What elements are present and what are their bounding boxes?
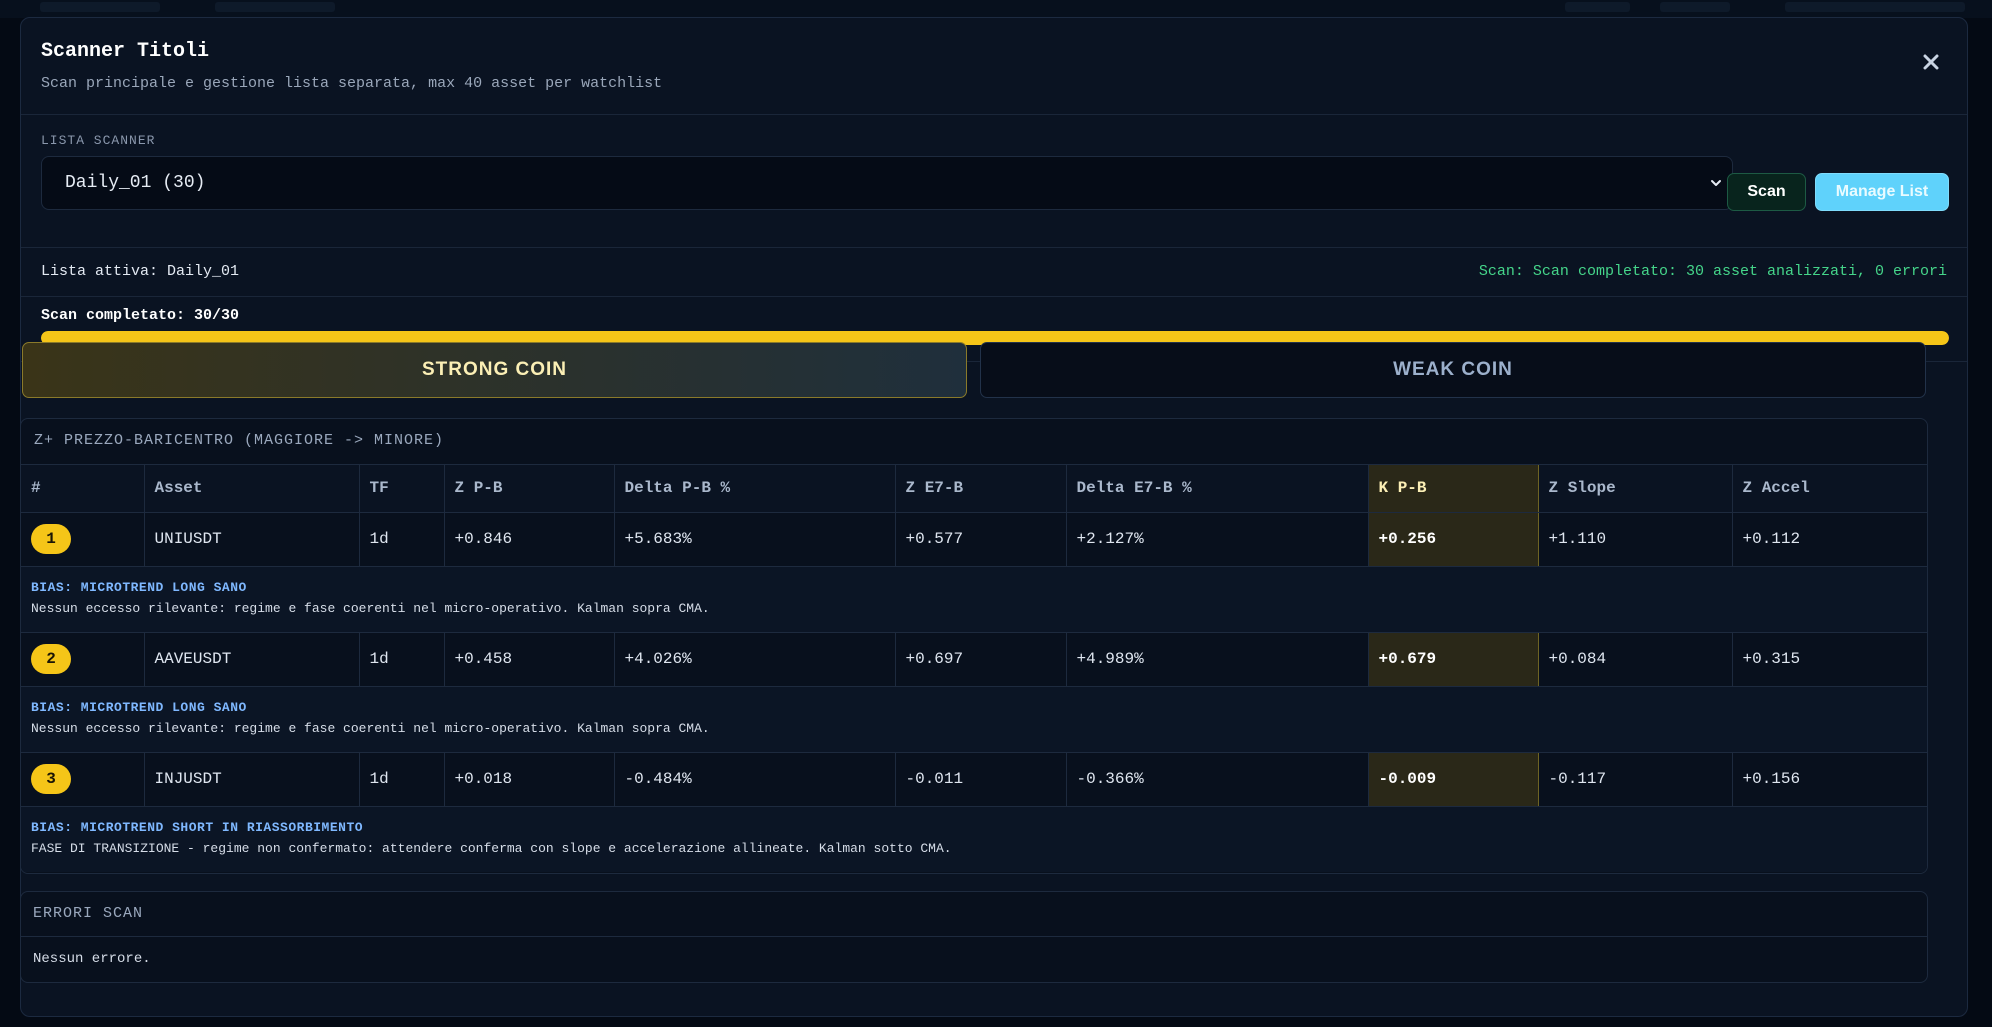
results-title: Z+ PREZZO-BARICENTRO (MAGGIORE -> MINORE… (21, 419, 1927, 465)
z-e7b-cell: +0.697 (895, 632, 1067, 687)
bias-row: BIAS: MICROTREND SHORT IN RIASSORBIMENTO… (21, 806, 1927, 872)
scanner-list-label: LISTA SCANNER (41, 133, 156, 148)
z-accel-cell: +0.156 (1732, 752, 1927, 807)
column-header-z-slope[interactable]: Z Slope (1538, 465, 1733, 513)
column-header-z-pb[interactable]: Z P-B (444, 465, 615, 513)
column-header-delta-pb[interactable]: Delta P-B % (614, 465, 896, 513)
bias-row: BIAS: MICROTREND LONG SANO Nessun eccess… (21, 566, 1927, 633)
column-header-z-e7b[interactable]: Z E7-B (895, 465, 1067, 513)
tf-cell: 1d (359, 512, 445, 567)
background-placeholder (1565, 2, 1630, 12)
rank-cell: 1 (21, 512, 145, 567)
column-header-k-pb[interactable]: K P-B (1367, 465, 1539, 513)
k-pb-cell: -0.009 (1367, 752, 1539, 807)
table-row[interactable]: 3 INJUSDT 1d +0.018 -0.484% -0.011 -0.36… (21, 752, 1927, 807)
bias-title: BIAS: MICROTREND LONG SANO (31, 579, 247, 595)
delta-pb-cell: +4.026% (614, 632, 896, 687)
column-header-z-accel[interactable]: Z Accel (1732, 465, 1927, 513)
column-header-delta-e7b[interactable]: Delta E7-B % (1066, 465, 1369, 513)
z-slope-cell: +0.084 (1538, 632, 1733, 687)
results-table: # Asset TF Z P-B Delta P-B % Z E7-B Delt… (21, 465, 1927, 872)
bias-title: BIAS: MICROTREND SHORT IN RIASSORBIMENTO (31, 819, 364, 835)
rank-badge: 2 (31, 644, 71, 674)
delta-pb-cell: -0.484% (614, 752, 896, 807)
manage-list-button[interactable]: Manage List (1815, 173, 1949, 211)
background-app-strip (0, 0, 1992, 18)
modal-title: Scanner Titoli (41, 40, 210, 63)
tab-weak-coin[interactable]: WEAK COIN (980, 342, 1926, 398)
asset-cell: UNIUSDT (144, 512, 360, 567)
errors-panel: ERRORI SCAN Nessun errore. (20, 891, 1928, 983)
results-panel: Z+ PREZZO-BARICENTRO (MAGGIORE -> MINORE… (20, 418, 1928, 874)
delta-e7b-cell: -0.366% (1066, 752, 1369, 807)
bias-description: Nessun eccesso rilevante: regime e fase … (31, 720, 710, 736)
rank-cell: 2 (21, 632, 145, 687)
z-slope-cell: +1.110 (1538, 512, 1733, 567)
progress-label: Scan completato: 30/30 (41, 307, 240, 324)
status-bar: Lista attiva: Daily_01 Scan: Scan comple… (21, 248, 1967, 297)
scanner-list-section: LISTA SCANNER Daily_01 (30) Scan Manage … (21, 115, 1967, 248)
bias-cell: BIAS: MICROTREND LONG SANO Nessun eccess… (21, 566, 1927, 633)
z-pb-cell: +0.018 (444, 752, 615, 807)
tf-cell: 1d (359, 632, 445, 687)
delta-e7b-cell: +2.127% (1066, 512, 1369, 567)
selected-list-value: Daily_01 (30) (65, 173, 206, 193)
rank-badge: 1 (31, 524, 71, 554)
scanner-list-select[interactable]: Daily_01 (30) (41, 156, 1733, 210)
bias-cell: BIAS: MICROTREND SHORT IN RIASSORBIMENTO… (21, 806, 1927, 872)
active-list-text: Lista attiva: Daily_01 (41, 263, 240, 280)
close-button[interactable] (1917, 48, 1945, 76)
z-pb-cell: +0.458 (444, 632, 615, 687)
coin-tabs: STRONG COIN WEAK COIN (22, 342, 1928, 398)
scan-status-message: Scan: Scan completato: 30 asset analizza… (1478, 263, 1947, 280)
scan-button[interactable]: Scan (1727, 173, 1806, 211)
z-e7b-cell: +0.577 (895, 512, 1067, 567)
k-pb-cell: +0.256 (1367, 512, 1539, 567)
delta-pb-cell: +5.683% (614, 512, 896, 567)
table-row[interactable]: 1 UNIUSDT 1d +0.846 +5.683% +0.577 +2.12… (21, 512, 1927, 567)
bias-row: BIAS: MICROTREND LONG SANO Nessun eccess… (21, 686, 1927, 753)
modal-header: Scanner Titoli Scan principale e gestion… (21, 18, 1967, 115)
background-placeholder (1785, 2, 1965, 12)
background-placeholder (1660, 2, 1730, 12)
bias-cell: BIAS: MICROTREND LONG SANO Nessun eccess… (21, 686, 1927, 753)
errors-title: ERRORI SCAN (21, 892, 1927, 937)
asset-cell: INJUSDT (144, 752, 360, 807)
z-pb-cell: +0.846 (444, 512, 615, 567)
rank-badge: 3 (31, 764, 71, 794)
asset-cell: AAVEUSDT (144, 632, 360, 687)
background-placeholder (40, 2, 160, 12)
bias-description: Nessun eccesso rilevante: regime e fase … (31, 600, 710, 616)
tf-cell: 1d (359, 752, 445, 807)
column-header-asset[interactable]: Asset (144, 465, 360, 513)
tab-strong-coin[interactable]: STRONG COIN (22, 342, 967, 398)
z-e7b-cell: -0.011 (895, 752, 1067, 807)
table-header-row: # Asset TF Z P-B Delta P-B % Z E7-B Delt… (21, 465, 1927, 513)
k-pb-cell: +0.679 (1367, 632, 1539, 687)
z-accel-cell: +0.112 (1732, 512, 1927, 567)
column-header-tf[interactable]: TF (359, 465, 445, 513)
errors-body: Nessun errore. (33, 951, 151, 967)
table-row[interactable]: 2 AAVEUSDT 1d +0.458 +4.026% +0.697 +4.9… (21, 632, 1927, 687)
modal-subtitle: Scan principale e gestione lista separat… (41, 75, 663, 92)
background-placeholder (215, 2, 335, 12)
column-header-rank[interactable]: # (21, 465, 145, 513)
z-accel-cell: +0.315 (1732, 632, 1927, 687)
chevron-down-icon (1711, 180, 1721, 186)
close-icon (1923, 54, 1939, 70)
bias-description: FASE DI TRANSIZIONE - regime non conferm… (31, 840, 952, 856)
bias-title: BIAS: MICROTREND LONG SANO (31, 699, 247, 715)
rank-cell: 3 (21, 752, 145, 807)
delta-e7b-cell: +4.989% (1066, 632, 1369, 687)
z-slope-cell: -0.117 (1538, 752, 1733, 807)
